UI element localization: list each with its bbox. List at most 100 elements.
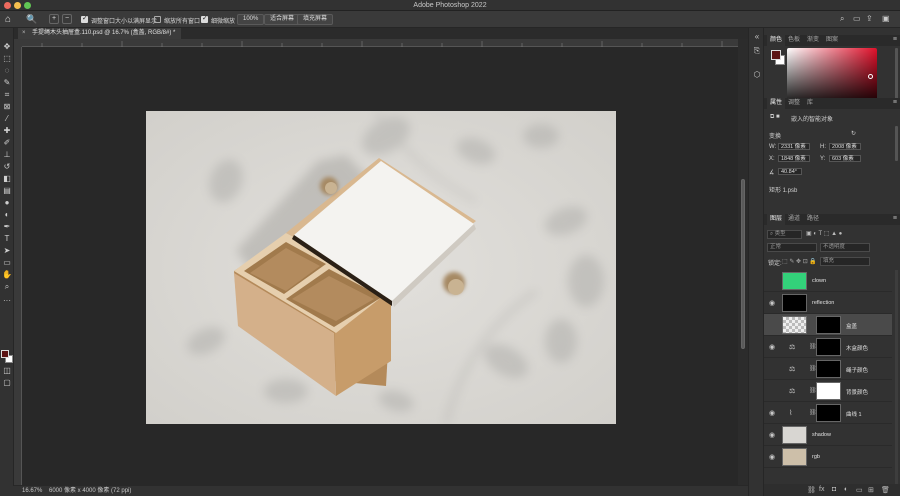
color-panel-menu-icon[interactable]: ≡ xyxy=(893,36,897,43)
tab-libraries[interactable]: 库 xyxy=(804,98,816,109)
brush-tool-icon[interactable]: ✐ xyxy=(2,138,12,148)
document-canvas[interactable] xyxy=(146,111,616,424)
visibility-eye-icon[interactable]: ◉ xyxy=(769,409,775,417)
layer-thumbnail[interactable] xyxy=(782,426,807,444)
type-tool-icon[interactable]: T xyxy=(2,234,12,244)
layer-thumbnail[interactable] xyxy=(782,316,807,334)
move-tool-icon[interactable]: ✥ xyxy=(2,42,12,52)
tab-gradients[interactable]: 渐变 xyxy=(804,35,822,46)
home-icon[interactable]: ⌂ xyxy=(5,14,16,25)
quick-mask-icon[interactable]: ◫ xyxy=(2,366,12,376)
layer-row-shadow[interactable]: ◉ shadow xyxy=(764,424,892,446)
scrubby-zoom-checkbox[interactable] xyxy=(201,14,208,23)
fill-screen-button[interactable]: 填充屏幕 xyxy=(297,14,334,25)
angle-field[interactable]: 40.84° xyxy=(778,168,802,175)
panel-toggle-icon[interactable]: ▣ xyxy=(882,14,890,23)
layer-row-bg-color[interactable]: ⚖ ⛓ 背景颜色 xyxy=(764,380,892,402)
layer-row-curves[interactable]: ◉ ⌇ ⛓ 曲线 1 xyxy=(764,402,892,424)
layer-name[interactable]: 木盒颜色 xyxy=(846,344,868,352)
blend-mode-select[interactable]: 正常 xyxy=(767,243,817,252)
properties-scrollbar[interactable] xyxy=(895,126,898,161)
dodge-tool-icon[interactable]: ◐ xyxy=(2,210,12,220)
layer-row-reflection[interactable]: ◉ reflection xyxy=(764,292,892,314)
layer-row-rope-color[interactable]: ⚖ ⛓ 绳子颜色 xyxy=(764,358,892,380)
layer-name[interactable]: rgb xyxy=(812,454,820,460)
zoom-all-windows-checkbox[interactable] xyxy=(154,16,161,23)
new-adjustment-icon[interactable]: ◐ xyxy=(844,486,848,493)
vertical-scroll-thumb[interactable] xyxy=(741,179,745,349)
close-tab-icon[interactable]: × xyxy=(22,28,26,39)
visibility-eye-icon[interactable]: ◉ xyxy=(769,299,775,307)
layer-thumbnail[interactable] xyxy=(782,448,807,466)
layer-mask-thumbnail[interactable] xyxy=(816,316,841,334)
resize-windows-checkbox[interactable] xyxy=(81,14,88,23)
layer-thumbnail[interactable] xyxy=(782,294,807,312)
panel-foreground-swatch[interactable] xyxy=(771,50,781,60)
layer-row-box-color[interactable]: ◉ ⚖ ⛓ 木盒颜色 xyxy=(764,336,892,358)
layers-panel-menu-icon[interactable]: ≡ xyxy=(893,215,897,222)
layer-name[interactable]: 盒盖 xyxy=(846,322,857,330)
expand-panels-icon[interactable]: « xyxy=(752,32,762,42)
tab-color[interactable]: 颜色 xyxy=(767,35,786,46)
layer-name[interactable]: reflection xyxy=(812,300,834,306)
layer-mask-thumbnail[interactable] xyxy=(816,382,841,400)
eyedropper-icon[interactable]: ⁄ xyxy=(2,114,12,124)
add-mask-icon[interactable]: ◘ xyxy=(832,486,836,493)
pen-tool-icon[interactable]: ✒ xyxy=(2,222,12,232)
healing-brush-icon[interactable]: ✚ xyxy=(2,126,12,136)
layer-filter-icons[interactable]: ▣ ◐ T ⬚ ▲ ● xyxy=(806,230,842,237)
path-select-icon[interactable]: ➤ xyxy=(2,246,12,256)
lasso-tool-icon[interactable]: ◌ xyxy=(2,66,12,76)
layers-scrollbar[interactable] xyxy=(895,270,898,490)
search-icon[interactable]: ⌕ xyxy=(840,14,844,24)
new-group-icon[interactable]: ▭ xyxy=(856,486,863,494)
history-brush-icon[interactable]: ↺ xyxy=(2,162,12,172)
share-icon[interactable]: ⇪ xyxy=(866,14,873,23)
reset-transform-icon[interactable]: ↻ xyxy=(851,130,856,137)
fit-screen-button[interactable]: 适合屏幕 xyxy=(264,14,301,25)
color-picker-ring[interactable] xyxy=(868,74,873,79)
opacity-field[interactable]: 不透明度 xyxy=(820,243,870,252)
layer-row-lid[interactable]: 盒盖 xyxy=(764,314,892,336)
zoom-tool-side-icon[interactable]: ⌕ xyxy=(2,282,12,292)
marquee-tool-icon[interactable]: ⬚ xyxy=(2,54,12,64)
layer-filter-select[interactable]: ⌕ 类型 xyxy=(767,230,802,239)
layer-name[interactable]: clown xyxy=(812,278,826,284)
more-tools-icon[interactable]: ··· xyxy=(2,296,12,306)
width-field[interactable]: 2331 像素 xyxy=(778,143,810,150)
tab-swatches[interactable]: 色板 xyxy=(785,35,803,46)
3d-panel-icon[interactable]: ⬡ xyxy=(752,70,762,80)
quick-select-icon[interactable]: ✎ xyxy=(2,78,12,88)
tab-paths[interactable]: 路径 xyxy=(804,214,822,225)
vertical-ruler[interactable] xyxy=(14,47,22,485)
crop-tool-icon[interactable]: ⌗ xyxy=(2,90,12,100)
eraser-tool-icon[interactable]: ◧ xyxy=(2,174,12,184)
blur-tool-icon[interactable]: ● xyxy=(2,198,12,208)
lock-icons[interactable]: ⬚ ✎ ✥ ⊡ 🔒 xyxy=(782,258,817,265)
gradient-tool-icon[interactable]: ▤ xyxy=(2,186,12,196)
layer-name[interactable]: 绳子颜色 xyxy=(846,366,868,374)
document-tab[interactable]: × 手提绳木头抽屉盒.110.psd @ 16.7% (盒盖, RGB/8#) … xyxy=(18,28,182,39)
visibility-eye-icon[interactable]: ◉ xyxy=(769,453,775,461)
y-field[interactable]: 603 像素 xyxy=(829,155,861,162)
layer-name[interactable]: 背景颜色 xyxy=(846,388,868,396)
zoom-tool-icon[interactable]: 🔍 xyxy=(26,14,37,25)
visibility-eye-icon[interactable]: ◉ xyxy=(769,343,775,351)
layer-thumbnail[interactable] xyxy=(782,272,807,290)
status-dimensions[interactable]: 6000 像素 x 4000 像素 (72 ppi) xyxy=(49,486,131,496)
layer-style-icon[interactable]: fx xyxy=(819,486,824,493)
zoom-100-button[interactable]: 100% xyxy=(237,14,265,25)
tab-layers[interactable]: 图层 xyxy=(767,214,786,225)
layer-mask-thumbnail[interactable] xyxy=(816,360,841,378)
rectangle-tool-icon[interactable]: ▭ xyxy=(2,258,12,268)
workspace-icon[interactable]: ▭ xyxy=(853,14,861,23)
history-panel-icon[interactable]: ⎘ xyxy=(752,46,762,56)
layer-name[interactable]: shadow xyxy=(812,432,831,438)
new-layer-icon[interactable]: ⊞ xyxy=(868,486,874,494)
horizontal-ruler[interactable] xyxy=(22,39,738,47)
tab-adjustments[interactable]: 调整 xyxy=(785,98,803,109)
zoom-in-icon[interactable]: + xyxy=(49,14,59,24)
layer-row-rgb[interactable]: ◉ rgb xyxy=(764,446,892,468)
status-zoom[interactable]: 16.67% xyxy=(22,486,42,496)
visibility-eye-icon[interactable]: ◉ xyxy=(769,431,775,439)
